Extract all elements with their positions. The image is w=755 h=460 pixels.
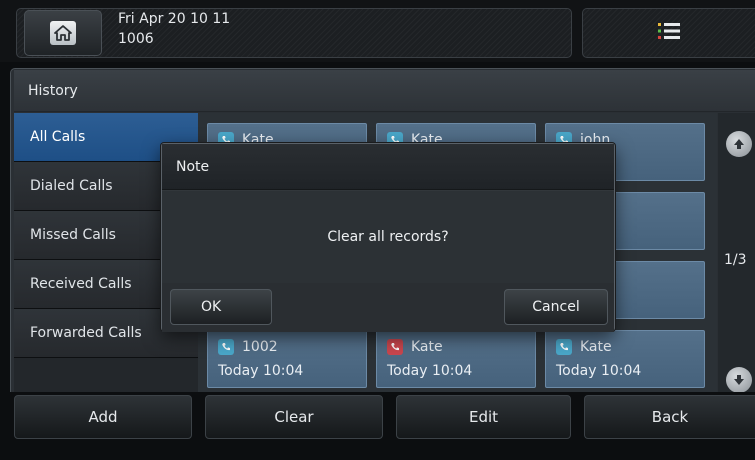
scroll-up-button[interactable]	[726, 131, 752, 157]
call-record-card[interactable]: Kate Today 10:04	[545, 330, 705, 388]
datetime-display: Fri Apr 20 10 11 1006	[118, 9, 230, 49]
call-record-card[interactable]: Kate Today 10:04	[376, 330, 536, 388]
home-button[interactable]	[24, 10, 102, 56]
dialog-message: Clear all records?	[327, 229, 449, 245]
confirm-dialog: Note Clear all records? OK Cancel	[161, 143, 615, 332]
arrow-down-icon	[734, 375, 744, 385]
call-record-card[interactable]: 1002 Today 10:04	[207, 330, 367, 388]
ok-button[interactable]: OK	[170, 289, 272, 325]
menu-button[interactable]	[582, 8, 755, 58]
home-icon	[50, 21, 76, 45]
arrow-up-icon	[734, 139, 744, 149]
menu-list-icon	[658, 22, 680, 44]
incoming-call-icon	[556, 339, 572, 355]
back-button[interactable]: Back	[584, 395, 755, 439]
call-time: Today 10:04	[218, 363, 304, 379]
edit-button[interactable]: Edit	[396, 395, 571, 439]
caller-name: Kate	[580, 339, 612, 355]
incoming-call-icon	[218, 339, 234, 355]
page-title: History	[14, 70, 755, 112]
caller-name: 1002	[242, 339, 278, 355]
dialog-body: Clear all records?	[162, 191, 614, 283]
dialog-title: Note	[162, 144, 614, 190]
date-time: Fri Apr 20 10 11	[118, 11, 231, 27]
cancel-button[interactable]: Cancel	[504, 289, 608, 325]
extension-number: 1006	[118, 31, 154, 47]
call-time: Today 10:04	[387, 363, 473, 379]
dialog-footer: OK Cancel	[162, 283, 614, 332]
clear-button[interactable]: Clear	[205, 395, 383, 439]
missed-call-icon	[387, 339, 403, 355]
page-indicator: 1/3	[724, 252, 747, 268]
scroll-down-button[interactable]	[726, 367, 752, 393]
call-time: Today 10:04	[556, 363, 642, 379]
caller-name: Kate	[411, 339, 443, 355]
add-button[interactable]: Add	[14, 395, 192, 439]
